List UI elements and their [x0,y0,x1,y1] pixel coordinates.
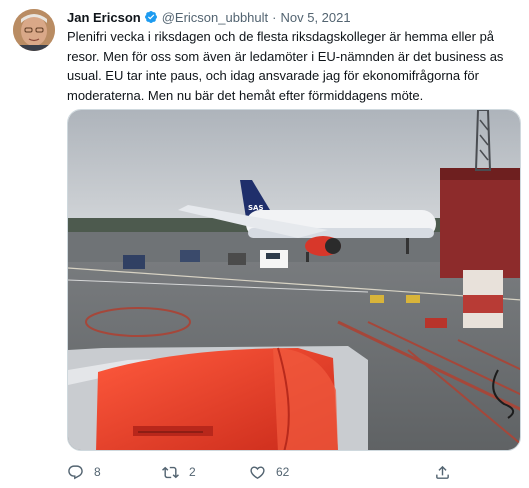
tweet-header: Jan Ericson @Ericson_ubbhult · Nov 5, 20… [67,8,351,26]
reply-count: 8 [94,465,101,479]
reply-icon [68,464,83,479]
share-button[interactable] [434,462,451,482]
like-icon [250,465,265,479]
author-handle[interactable]: @Ericson_ubbhult [162,10,268,25]
retweet-count: 2 [189,465,196,479]
share-icon [436,465,449,479]
like-count: 62 [276,465,290,479]
tweet-text: Plenifri vecka i riksdagen och de flesta… [67,29,504,103]
like-button[interactable]: 62 [249,462,289,482]
separator-dot: · [272,9,277,25]
avatar[interactable] [13,9,55,51]
airport-photo: SAS [68,110,520,450]
retweet-button[interactable]: 2 [162,462,196,482]
action-bar: 8 2 62 [67,462,519,482]
tweet-date[interactable]: Nov 5, 2021 [280,10,350,25]
verified-badge-icon [144,10,158,24]
tweet-card[interactable]: Jan Ericson @Ericson_ubbhult · Nov 5, 20… [0,0,529,488]
retweet-icon [162,466,179,478]
author-name[interactable]: Jan Ericson [67,10,141,25]
tweet-photo[interactable]: SAS [67,109,521,451]
reply-button[interactable]: 8 [67,462,101,482]
